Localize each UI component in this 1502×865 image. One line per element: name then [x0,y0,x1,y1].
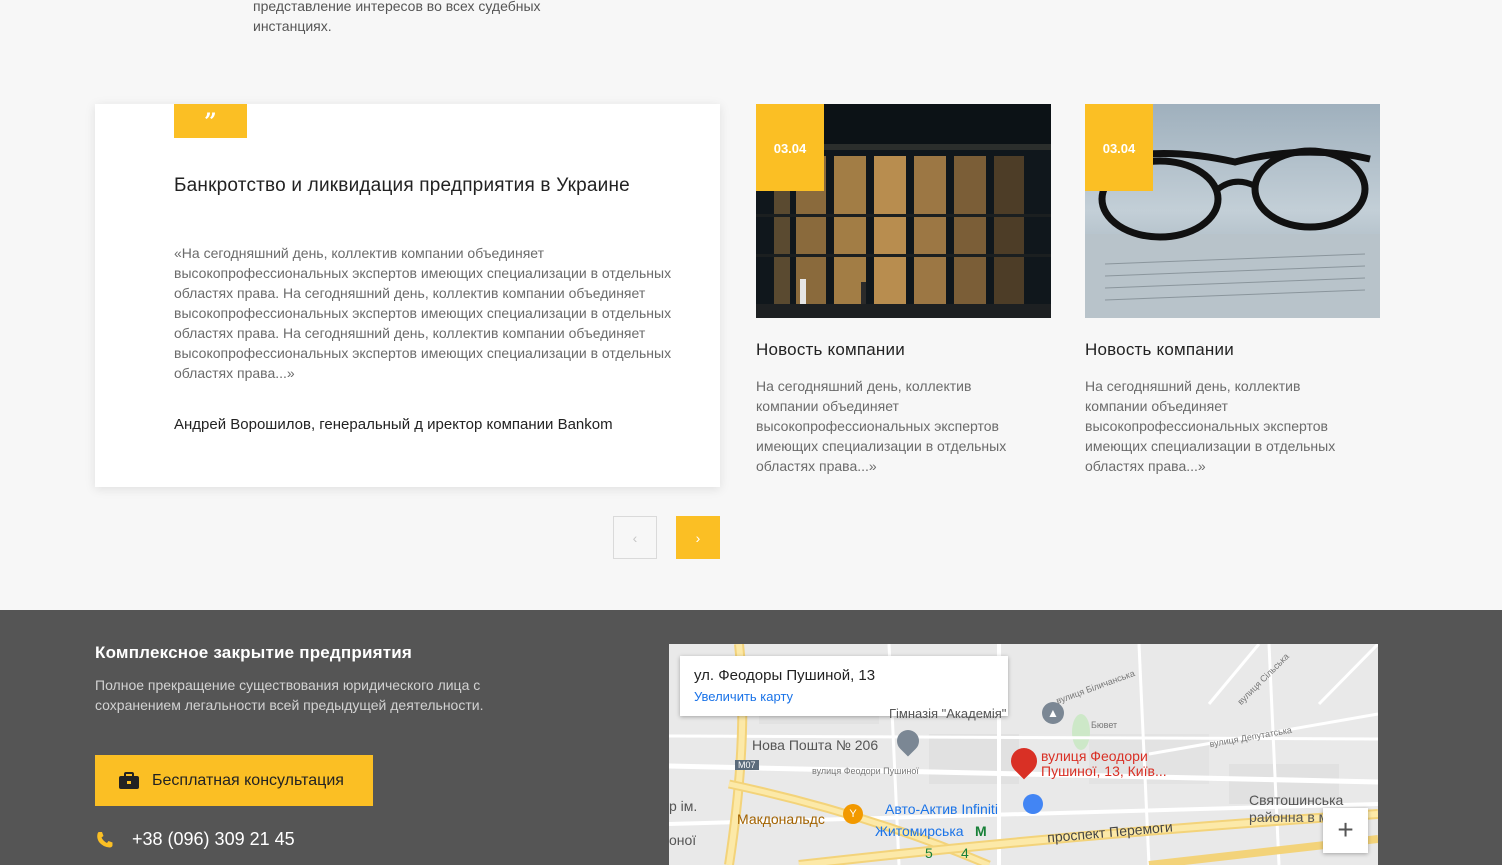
slider-next-button[interactable]: › [676,516,720,559]
news-image-glasses[interactable]: 03.04 [1085,104,1380,318]
map-label-auto-aktiv: Авто-Актив Infiniti [885,801,998,817]
map-label-zhytomyrska: Житомирська [875,823,964,839]
map-enlarge-link[interactable]: Увеличить карту [694,689,994,704]
map[interactable]: ул. Феодоры Пушиной, 13 Увеличить карту … [669,644,1378,865]
map-label-mcdonalds: Макдональдс [737,811,825,827]
map-label-num5: 5 [925,845,933,861]
shopping-icon [1023,794,1043,814]
map-label-num4: 4 [961,845,969,861]
education-icon: ▲ [1042,702,1064,724]
news-card[interactable]: 03.04 Новость компании На сегодняшний де… [756,104,1051,476]
news-image-building[interactable]: 03.04 [756,104,1051,318]
map-address: ул. Феодоры Пушиной, 13 [694,667,876,684]
map-label-nova-poshta: Нова Пошта № 206 [752,737,879,753]
chevron-left-icon: ‹ [632,529,638,546]
phone-number: +38 (096) 309 21 45 [132,829,295,849]
briefcase-icon [119,771,139,790]
map-label-gymnasium: Гімназія "Академія" [889,706,1007,721]
news-title[interactable]: Новость компании [756,340,1051,360]
consultation-label: Бесплатная консультация [152,771,344,789]
map-zoom-in-button[interactable]: + [1323,808,1368,853]
news-text: На сегодняшний день, коллектив компании … [1085,378,1336,474]
news-text: На сегодняшний день, коллектив компании … [756,378,1007,474]
footer: Комплексное закрытие предприятия Полное … [0,610,1502,865]
map-label-onii: оної [669,832,697,848]
map-label-m07: М07 [735,760,759,770]
news-date: 03.04 [756,104,824,191]
quote-text: «На сегодняшний день, коллектив компании… [174,245,672,381]
phone-icon [95,830,115,850]
map-label-svyatoshynska: Святошинська [1249,792,1344,808]
quote-icon: ” [174,104,247,138]
quote-author: Андрей Ворошилов, генеральный д иректор … [174,416,613,433]
footer-text: Полное прекращение существования юридиче… [95,677,484,713]
map-pin-label: вулиця Феодори Пушиної, 13, Київ... [1041,748,1167,779]
map-label-street: вулиця Феодори Пушиної [812,766,919,776]
map-label-im: р ім. [669,798,698,814]
news-date: 03.04 [1085,104,1153,191]
news-card[interactable]: 03.04 Новость компании На сегодняшний де… [1085,104,1380,476]
chevron-right-icon: › [695,529,701,546]
quote-title: Банкротство и ликвидация предприятия в У… [174,175,630,196]
news-title[interactable]: Новость компании [1085,340,1380,360]
quote-card: ” Банкротство и ликвидация предприятия в… [95,104,720,487]
intro-text: представление интересов во всех судебных… [253,0,541,34]
slider-prev-button[interactable]: ‹ [613,516,657,559]
map-label-buvet: Бювет [1091,720,1118,730]
restaurant-icon: Y [843,804,863,824]
consultation-button[interactable]: Бесплатная консультация [95,755,373,806]
metro-icon: M [975,823,987,839]
phone-link[interactable]: +38 (096) 309 21 45 [95,829,295,850]
footer-title: Комплексное закрытие предприятия [95,643,413,662]
